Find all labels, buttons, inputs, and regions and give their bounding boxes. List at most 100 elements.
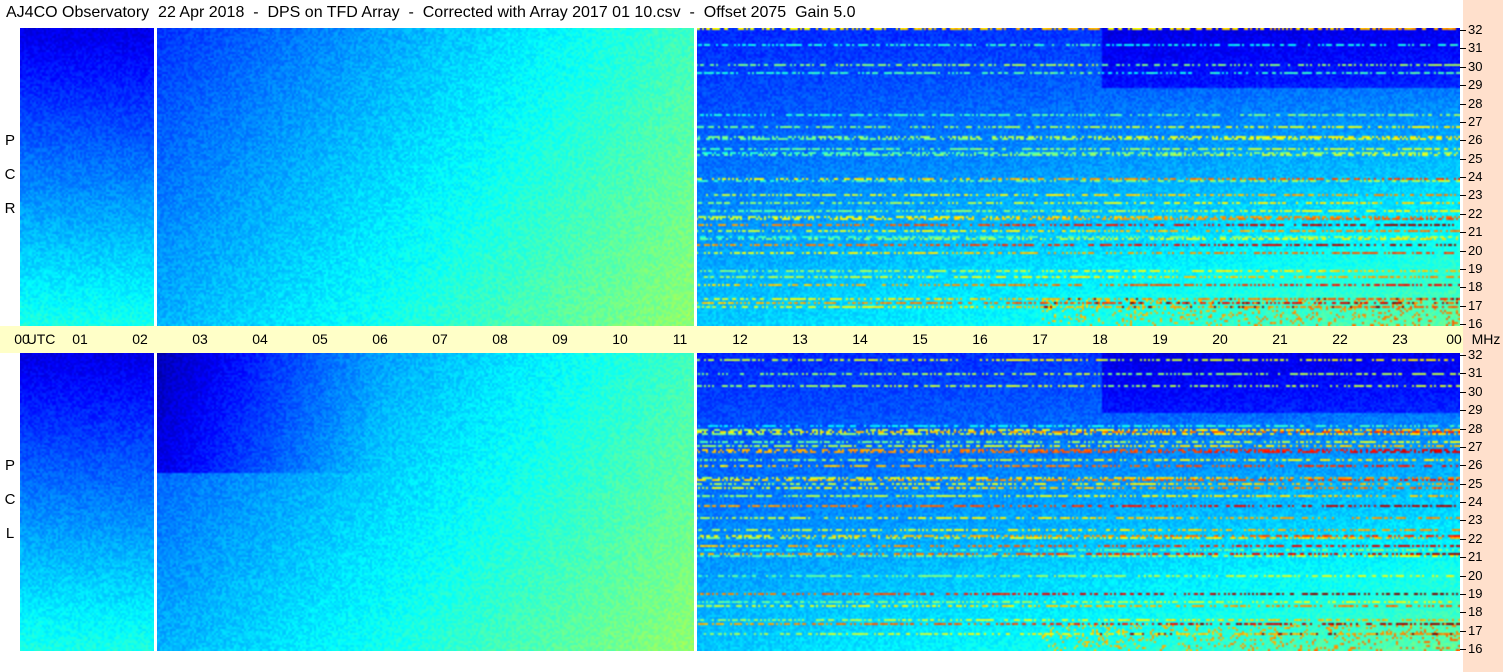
time-tick-20: 20 bbox=[1212, 331, 1228, 347]
freq-tickmark-top-24 bbox=[1460, 177, 1466, 178]
time-tick-4: 04 bbox=[252, 331, 268, 347]
spectrogram-rcp-image bbox=[20, 28, 1460, 326]
freq-tickmark-top-29 bbox=[1460, 85, 1466, 87]
freq-tickmark-bottom-31 bbox=[1460, 373, 1466, 375]
time-tick-5: 05 bbox=[312, 331, 328, 347]
freq-tickmark-top-28 bbox=[1460, 103, 1466, 105]
freq-tickmark-bottom-17 bbox=[1460, 630, 1466, 632]
freq-tickmark-bottom-19 bbox=[1460, 593, 1466, 595]
chart-title: AJ4CO Observatory 22 Apr 2018 - DPS on T… bbox=[0, 0, 1463, 26]
freq-tickmark-bottom-26 bbox=[1460, 465, 1466, 467]
freq-tickmark-top-17 bbox=[1460, 305, 1466, 307]
freq-tickmark-top-26 bbox=[1460, 140, 1466, 142]
freq-tickmark-bottom-22 bbox=[1460, 538, 1466, 540]
time-tick-16: 16 bbox=[972, 331, 988, 347]
time-tick-14: 14 bbox=[852, 331, 868, 347]
freq-tickmark-top-23 bbox=[1460, 195, 1466, 197]
freq-tick-bottom-25: 25 bbox=[1468, 475, 1483, 491]
panel-label-l: P bbox=[4, 457, 15, 474]
freq-tickmark-top-20 bbox=[1460, 250, 1466, 252]
freq-tick-bottom-16: 16 bbox=[1468, 641, 1483, 656]
freq-tick-bottom-29: 29 bbox=[1468, 402, 1483, 418]
time-tick-13: 13 bbox=[792, 331, 808, 347]
freq-tick-top-21: 21 bbox=[1468, 224, 1483, 240]
spectrogram-lcp-image bbox=[20, 353, 1460, 651]
data-gap-top-0 bbox=[154, 28, 157, 326]
freq-tickmark-bottom-21 bbox=[1460, 557, 1466, 559]
data-gap-bottom-1 bbox=[694, 353, 697, 651]
panel-label-c2: C bbox=[4, 491, 16, 508]
panel-label-r: P bbox=[4, 132, 15, 149]
freq-tick-bottom-28: 28 bbox=[1468, 420, 1483, 436]
freq-tickmark-bottom-25 bbox=[1460, 483, 1466, 485]
freq-tick-bottom-26: 26 bbox=[1468, 457, 1483, 473]
time-tick-22: 22 bbox=[1332, 331, 1348, 347]
freq-tick-bottom-17: 17 bbox=[1468, 622, 1483, 638]
freq-tick-bottom-23: 23 bbox=[1468, 512, 1483, 528]
freq-tick-top-16: 16 bbox=[1468, 316, 1483, 331]
freq-tickmark-bottom-18 bbox=[1460, 612, 1466, 614]
freq-tick-bottom-20: 20 bbox=[1468, 567, 1483, 583]
freq-tick-top-18: 18 bbox=[1468, 279, 1483, 295]
freq-tick-bottom-19: 19 bbox=[1468, 585, 1483, 601]
freq-tick-bottom-21: 21 bbox=[1468, 549, 1483, 565]
freq-tickmark-top-27 bbox=[1460, 121, 1466, 123]
time-tick-19: 19 bbox=[1152, 331, 1168, 347]
freq-tick-top-19: 19 bbox=[1468, 260, 1483, 276]
time-tick-15: 15 bbox=[912, 331, 928, 347]
freq-tickmark-bottom-23 bbox=[1460, 520, 1466, 522]
freq-tickmark-top-19 bbox=[1460, 268, 1466, 270]
time-tick-18: 18 bbox=[1092, 331, 1108, 347]
freq-tick-top-26: 26 bbox=[1468, 132, 1483, 148]
freq-tick-top-24: 24 bbox=[1468, 169, 1483, 184]
freq-tick-top-25: 25 bbox=[1468, 150, 1483, 166]
freq-tickmark-bottom-27 bbox=[1460, 446, 1466, 448]
time-tick-3: 03 bbox=[192, 331, 208, 347]
freq-tickmark-bottom-30 bbox=[1460, 391, 1466, 393]
time-tick-6: 06 bbox=[372, 331, 388, 347]
freq-tickmark-bottom-29 bbox=[1460, 410, 1466, 412]
freq-tickmark-top-21 bbox=[1460, 232, 1466, 234]
time-tick-23: 23 bbox=[1392, 331, 1408, 347]
freq-tickmark-top-18 bbox=[1460, 287, 1466, 289]
spectrogram-lcp bbox=[20, 353, 1460, 651]
freq-tick-bottom-18: 18 bbox=[1468, 604, 1483, 620]
freq-tick-bottom-24: 24 bbox=[1468, 494, 1483, 509]
freq-tickmark-top-16 bbox=[1460, 324, 1466, 325]
data-gap-bottom-0 bbox=[154, 353, 157, 651]
frequency-unit: MHz bbox=[1471, 331, 1501, 347]
time-tick-1: 01 bbox=[72, 331, 88, 347]
time-tick-9: 09 bbox=[552, 331, 568, 347]
time-tick-10: 10 bbox=[612, 331, 628, 347]
freq-tickmark-bottom-24 bbox=[1460, 502, 1466, 503]
freq-tickmark-top-25 bbox=[1460, 158, 1466, 160]
data-gap-top-1 bbox=[694, 28, 697, 326]
freq-tickmark-bottom-16 bbox=[1460, 649, 1466, 650]
freq-tick-top-22: 22 bbox=[1468, 205, 1483, 221]
freq-tick-top-30: 30 bbox=[1468, 58, 1483, 74]
freq-tick-top-20: 20 bbox=[1468, 242, 1483, 258]
time-tick-2: 02 bbox=[132, 331, 148, 347]
freq-tick-bottom-27: 27 bbox=[1468, 438, 1483, 454]
panel-label-p2: L bbox=[5, 525, 15, 542]
time-tick-17: 17 bbox=[1032, 331, 1048, 347]
freq-tick-top-27: 27 bbox=[1468, 113, 1483, 129]
freq-tick-bottom-22: 22 bbox=[1468, 530, 1483, 546]
freq-tickmark-bottom-28 bbox=[1460, 428, 1466, 430]
freq-tick-top-23: 23 bbox=[1468, 187, 1483, 203]
time-axis-unit: UTC bbox=[26, 331, 56, 347]
freq-tickmark-top-22 bbox=[1460, 213, 1466, 215]
freq-tickmark-bottom-20 bbox=[1460, 575, 1466, 577]
freq-tickmark-top-31 bbox=[1460, 48, 1466, 50]
time-tick-11: 11 bbox=[672, 331, 688, 347]
freq-tick-top-29: 29 bbox=[1468, 77, 1483, 93]
freq-tick-top-28: 28 bbox=[1468, 95, 1483, 111]
panel-label-p: R bbox=[4, 200, 16, 217]
freq-tick-top-17: 17 bbox=[1468, 297, 1483, 313]
time-tick-21: 21 bbox=[1272, 331, 1288, 347]
freq-tick-top-32: 32 bbox=[1468, 22, 1483, 37]
freq-tickmark-top-30 bbox=[1460, 66, 1466, 68]
freq-tick-bottom-32: 32 bbox=[1468, 347, 1483, 362]
freq-tickmark-bottom-32 bbox=[1460, 355, 1466, 356]
panel-label-c: C bbox=[4, 166, 16, 183]
